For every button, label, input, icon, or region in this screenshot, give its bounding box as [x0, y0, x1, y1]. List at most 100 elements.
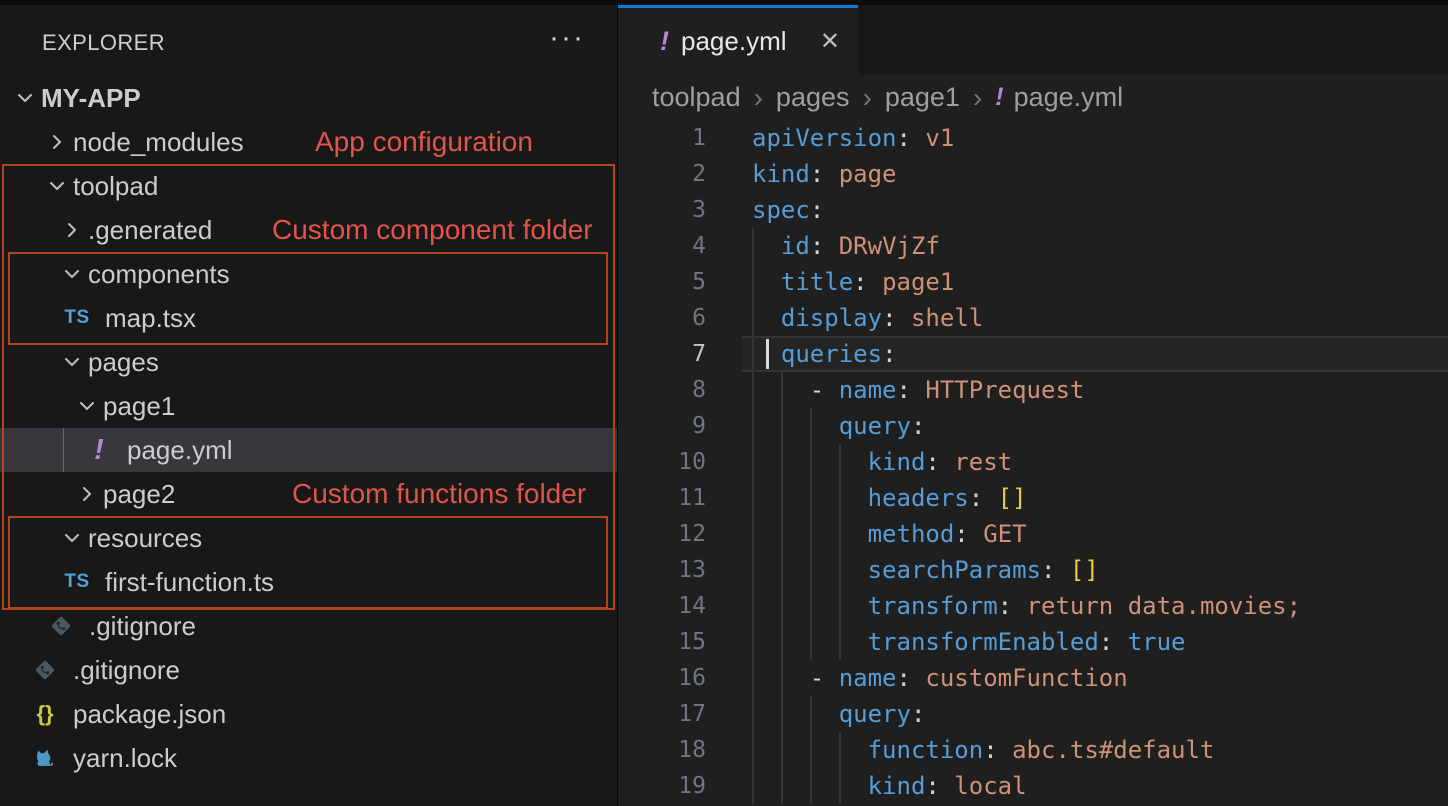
tree-item-map-tsx[interactable]: TSmap.tsx — [0, 296, 617, 340]
tree-item--generated[interactable]: .generatedCustom component folder — [0, 208, 617, 252]
line-number[interactable]: 10 — [618, 444, 706, 480]
tree-item-resources[interactable]: resources — [0, 516, 617, 560]
editor-pane: ! page.yml ✕ toolpad › pages › page1 › !… — [618, 5, 1448, 806]
tree-item-toolpad[interactable]: toolpad — [0, 164, 617, 208]
tree-item-package-json[interactable]: {}package.json — [0, 692, 617, 736]
line-number[interactable]: 5 — [618, 264, 706, 300]
tree-item--gitignore[interactable]: .gitignore — [0, 604, 617, 648]
tree-item-label: resources — [88, 523, 202, 554]
line-number[interactable]: 3 — [618, 192, 706, 228]
line-number[interactable]: 8 — [618, 372, 706, 408]
code-line-content[interactable]: kind: local — [752, 768, 1448, 804]
code-line-content[interactable]: function: abc.ts#default — [752, 732, 1448, 768]
tree-item-label: yarn.lock — [73, 743, 177, 774]
code-line-19[interactable]: 19 kind: local — [618, 768, 1448, 804]
breadcrumb-item-toolpad[interactable]: toolpad — [652, 82, 741, 113]
tree-item-label: MY-APP — [41, 83, 141, 114]
json-braces-icon: {} — [36, 701, 53, 727]
tree-item-label: page1 — [103, 391, 175, 422]
line-number[interactable]: 12 — [618, 516, 706, 552]
code-line-content[interactable]: transform: return data.movies; — [752, 588, 1448, 624]
line-number[interactable]: 6 — [618, 300, 706, 336]
tree-item-node-modules[interactable]: node_modulesApp configuration — [0, 120, 617, 164]
code-line-4[interactable]: 4 id: DRwVjZf — [618, 228, 1448, 264]
code-line-1[interactable]: 1 apiVersion: v1 — [618, 120, 1448, 156]
chevron-down-icon — [59, 349, 85, 375]
annotation-label: Custom functions folder — [292, 472, 586, 516]
line-number[interactable]: 14 — [618, 588, 706, 624]
code-line-2[interactable]: 2 kind: page — [618, 156, 1448, 192]
chevron-right-icon — [59, 217, 85, 243]
breadcrumb: toolpad › pages › page1 › ! page.yml — [618, 75, 1448, 120]
close-icon[interactable]: ✕ — [820, 27, 840, 56]
code-line-10[interactable]: 10 kind: rest — [618, 444, 1448, 480]
text-cursor — [766, 339, 769, 369]
code-line-3[interactable]: 3 spec: — [618, 192, 1448, 228]
code-line-content[interactable]: queries: — [752, 336, 1448, 372]
code-line-content[interactable]: - name: customFunction — [752, 660, 1448, 696]
code-line-12[interactable]: 12 method: GET — [618, 516, 1448, 552]
code-line-content[interactable]: title: page1 — [752, 264, 1448, 300]
tree-item-my-app[interactable]: MY-APP — [0, 76, 617, 120]
code-line-13[interactable]: 13 searchParams: [] — [618, 552, 1448, 588]
line-number[interactable]: 11 — [618, 480, 706, 516]
chevron-down-icon — [44, 173, 70, 199]
tree-item-page1[interactable]: page1 — [0, 384, 617, 428]
line-number[interactable]: 13 — [618, 552, 706, 588]
code-line-18[interactable]: 18 function: abc.ts#default — [618, 732, 1448, 768]
line-number[interactable]: 2 — [618, 156, 706, 192]
yarn-cat-icon — [30, 743, 60, 773]
code-line-8[interactable]: 8 - name: HTTPrequest — [618, 372, 1448, 408]
code-line-content[interactable]: apiVersion: v1 — [752, 120, 1448, 156]
tree-item-components[interactable]: components — [0, 252, 617, 296]
tab-page-yml[interactable]: ! page.yml ✕ — [618, 5, 858, 75]
line-number[interactable]: 7 — [618, 336, 706, 372]
tree-indent-guide — [63, 428, 64, 472]
tree-item-page2[interactable]: page2Custom functions folder — [0, 472, 617, 516]
line-number[interactable]: 19 — [618, 768, 706, 804]
code-line-11[interactable]: 11 headers: [] — [618, 480, 1448, 516]
code-line-content[interactable]: kind: page — [752, 156, 1448, 192]
code-line-content[interactable]: transformEnabled: true — [752, 624, 1448, 660]
line-number[interactable]: 16 — [618, 660, 706, 696]
code-line-6[interactable]: 6 display: shell — [618, 300, 1448, 336]
code-line-content[interactable]: query: — [752, 696, 1448, 732]
typescript-icon: TS — [64, 307, 89, 329]
code-line-15[interactable]: 15 transformEnabled: true — [618, 624, 1448, 660]
code-line-content[interactable]: searchParams: [] — [752, 552, 1448, 588]
code-line-5[interactable]: 5 title: page1 — [618, 264, 1448, 300]
more-actions-icon[interactable]: ··· — [549, 23, 585, 53]
code-line-content[interactable]: - name: HTTPrequest — [752, 372, 1448, 408]
file-tree: MY-APP node_modulesApp configuration too… — [0, 76, 617, 780]
tree-item-first-function-ts[interactable]: TSfirst-function.ts — [0, 560, 617, 604]
line-number[interactable]: 17 — [618, 696, 706, 732]
code-line-16[interactable]: 16 - name: customFunction — [618, 660, 1448, 696]
line-number[interactable]: 1 — [618, 120, 706, 156]
breadcrumb-item-pages[interactable]: pages — [776, 82, 850, 113]
line-number[interactable]: 9 — [618, 408, 706, 444]
code-line-content[interactable]: kind: rest — [752, 444, 1448, 480]
code-line-9[interactable]: 9 query: — [618, 408, 1448, 444]
code-line-14[interactable]: 14 transform: return data.movies; — [618, 588, 1448, 624]
code-line-7[interactable]: 7 queries: — [618, 336, 1448, 372]
line-number[interactable]: 4 — [618, 228, 706, 264]
chevron-right-icon: › — [754, 82, 763, 114]
tree-item-label: page.yml — [127, 435, 233, 466]
code-line-content[interactable]: spec: — [752, 192, 1448, 228]
code-line-content[interactable]: query: — [752, 408, 1448, 444]
code-line-content[interactable]: headers: [] — [752, 480, 1448, 516]
code-area[interactable]: 1apiVersion: v12kind: page3spec:4 id: DR… — [618, 120, 1448, 806]
code-line-content[interactable]: method: GET — [752, 516, 1448, 552]
breadcrumb-item-file[interactable]: page.yml — [1014, 82, 1124, 113]
tree-item-yarn-lock[interactable]: yarn.lock — [0, 736, 617, 780]
line-number[interactable]: 15 — [618, 624, 706, 660]
code-line-17[interactable]: 17 query: — [618, 696, 1448, 732]
tree-item-label: .gitignore — [89, 611, 196, 642]
tree-item-pages[interactable]: pages — [0, 340, 617, 384]
tree-item-page-yml[interactable]: !page.yml — [0, 428, 617, 472]
code-line-content[interactable]: display: shell — [752, 300, 1448, 336]
code-line-content[interactable]: id: DRwVjZf — [752, 228, 1448, 264]
tree-item--gitignore[interactable]: .gitignore — [0, 648, 617, 692]
line-number[interactable]: 18 — [618, 732, 706, 768]
breadcrumb-item-page1[interactable]: page1 — [885, 82, 960, 113]
